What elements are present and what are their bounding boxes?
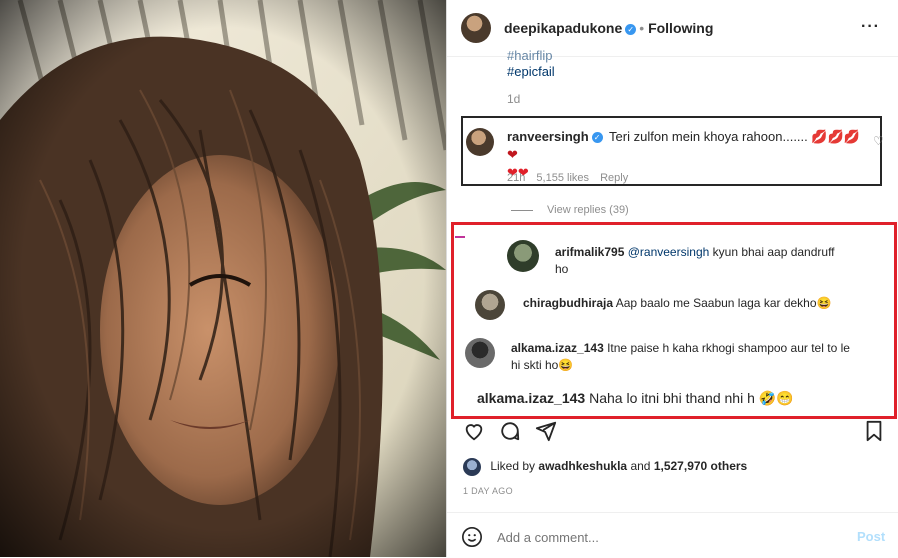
post-photo[interactable] [0, 0, 446, 557]
reply-button[interactable]: Reply [600, 172, 628, 184]
verified-badge-icon: ✓ [591, 132, 603, 144]
reply-username[interactable]: arifmalik795 [555, 245, 624, 259]
action-bar [447, 420, 898, 444]
reply-item: alkama.izaz_143 Naha lo itni bhi thand n… [477, 390, 887, 414]
reply-item: alkama.izaz_143 Itne paise h kaha rkhogi… [465, 338, 890, 378]
comment-likes[interactable]: 5,155 likes [536, 172, 589, 184]
reply-text: Itne paise h kaha rkhogi shampoo aur tel… [607, 341, 850, 355]
comment-username[interactable]: ranveersingh [507, 129, 589, 144]
post-comment-button[interactable]: Post [857, 529, 885, 544]
comment-icon[interactable] [499, 420, 521, 442]
liked-by-and: and [630, 459, 651, 474]
heart-icon[interactable] [463, 420, 485, 442]
reply-text: ho [555, 262, 569, 276]
reply-text: Aap baalo me Saabun laga kar dekho😆 [615, 296, 832, 310]
post-side-panel: deepikapadukone ✓ • Following ··· #hairfli… [446, 0, 898, 557]
reply-text: hi skti ho😆 [511, 358, 574, 372]
liked-by: Liked by awadhkeshukla and 1,527,970 oth… [463, 458, 747, 476]
liked-by-user[interactable]: awadhkeshukla [538, 459, 627, 473]
commenter-avatar[interactable] [466, 128, 494, 156]
reply-mention[interactable]: @ranveersingh [628, 245, 710, 259]
reply-avatar[interactable] [475, 290, 505, 320]
reply-text: Naha lo itni bhi thand nhi h [589, 390, 755, 406]
verified-badge-icon: ✓ [625, 23, 637, 35]
liker-avatar[interactable] [463, 458, 481, 476]
reply-item: chiragbudhiraja Aap baalo me Saabun laga… [475, 290, 885, 326]
top-comment: ranveersingh ✓ Teri zulfon mein khoya rah… [461, 116, 884, 186]
reply-username[interactable]: chiragbudhiraja [523, 296, 613, 310]
comment-like-heart-icon[interactable]: ♡ [873, 134, 884, 148]
photo-artwork [0, 0, 446, 557]
post-date[interactable]: 1 DAY AGO [463, 486, 513, 496]
emoji-icon[interactable] [461, 526, 483, 548]
add-comment-bar: Post [447, 512, 898, 558]
liked-by-prefix: Liked by [490, 459, 536, 474]
comment-text: Teri zulfon mein khoya rahoon....... [609, 129, 808, 144]
reply-username[interactable]: alkama.izaz_143 [477, 390, 585, 406]
caption-hashtag[interactable]: #epicfail [507, 64, 555, 79]
view-replies-button[interactable]: View replies (39) [511, 204, 629, 216]
reply-username[interactable]: alkama.izaz_143 [511, 341, 604, 355]
more-options-icon[interactable]: ··· [861, 18, 880, 36]
following-button[interactable]: Following [648, 20, 713, 36]
reply-text: kyun bhai aap dandruff [712, 245, 835, 259]
author-username[interactable]: deepikapadukone [504, 20, 622, 36]
header-dot: • [639, 20, 645, 36]
reply-avatar[interactable] [465, 338, 495, 368]
add-comment-input[interactable] [495, 525, 819, 549]
highlight-mark [455, 236, 465, 238]
caption-age: 1d [507, 92, 521, 106]
reply-emoji: 🤣😁 [758, 390, 794, 406]
reply-item: arifmalik795 @ranveersingh kyun bhai aap… [507, 240, 887, 280]
view-replies-label: View replies (39) [547, 204, 629, 216]
share-icon[interactable] [535, 420, 557, 442]
liked-by-count[interactable]: 1,527,970 others [654, 459, 747, 473]
bookmark-icon[interactable] [863, 420, 885, 442]
author-avatar[interactable] [461, 13, 491, 43]
caption-hashtag[interactable]: #hairflip [507, 48, 553, 63]
reply-avatar[interactable] [507, 240, 539, 272]
comment-time: 21h [507, 172, 526, 184]
